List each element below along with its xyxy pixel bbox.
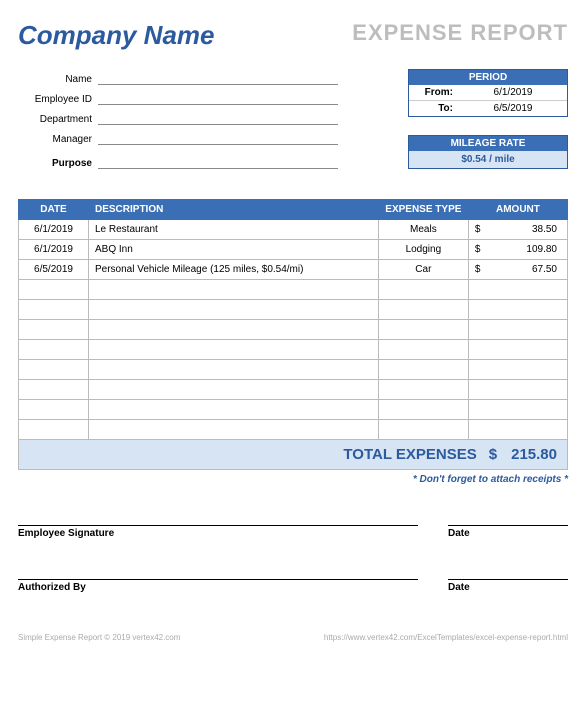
cell-description: Le Restaurant: [89, 220, 379, 240]
employee-signature-label: Employee Signature: [18, 528, 114, 539]
footer-left: Simple Expense Report © 2019 vertex42.co…: [18, 633, 180, 642]
cell-description: ABQ Inn: [89, 240, 379, 260]
period-header: PERIOD: [409, 70, 567, 85]
period-from-label: From:: [409, 85, 459, 100]
authorized-label: Authorized By: [18, 582, 86, 593]
reminder-note: * Don't forget to attach receipts *: [18, 474, 568, 485]
table-row-empty: [19, 400, 568, 420]
purpose-field[interactable]: [98, 155, 338, 169]
expenses-table: DATE DESCRIPTION EXPENSE TYPE AMOUNT 6/1…: [18, 199, 568, 440]
total-amount: 215.80: [511, 446, 557, 463]
cell-amount: 67.50: [486, 260, 567, 280]
mileage-header: MILEAGE RATE: [409, 136, 567, 151]
cell-date: 6/5/2019: [19, 260, 89, 280]
cell-date: 6/1/2019: [19, 220, 89, 240]
name-field[interactable]: [98, 71, 338, 85]
period-from-value: 6/1/2019: [459, 85, 567, 100]
cell-currency: $: [468, 220, 486, 240]
table-row: 6/1/2019ABQ InnLodging$109.80: [19, 240, 568, 260]
employee-date-line[interactable]: Date: [448, 525, 568, 539]
table-row-empty: [19, 320, 568, 340]
cell-type: Lodging: [378, 240, 468, 260]
company-name: Company Name: [18, 20, 215, 51]
table-row-empty: [19, 420, 568, 440]
department-field[interactable]: [98, 111, 338, 125]
mileage-box: MILEAGE RATE $0.54 / mile: [408, 135, 568, 169]
table-row-empty: [19, 360, 568, 380]
cell-amount: 38.50: [486, 220, 567, 240]
employee-id-label: Employee ID: [18, 94, 98, 105]
cell-type: Car: [378, 260, 468, 280]
authorized-date-label: Date: [448, 582, 470, 593]
cell-amount: 109.80: [486, 240, 567, 260]
period-to-label: To:: [409, 101, 459, 116]
manager-label: Manager: [18, 134, 98, 145]
period-box: PERIOD From: 6/1/2019 To: 6/5/2019: [408, 69, 568, 117]
table-row: 6/1/2019Le RestaurantMeals$38.50: [19, 220, 568, 240]
total-row: TOTAL EXPENSES $ 215.80: [18, 440, 568, 470]
manager-field[interactable]: [98, 131, 338, 145]
table-row-empty: [19, 280, 568, 300]
table-row-empty: [19, 340, 568, 360]
table-row: 6/5/2019Personal Vehicle Mileage (125 mi…: [19, 260, 568, 280]
cell-description: Personal Vehicle Mileage (125 miles, $0.…: [89, 260, 379, 280]
employee-signature-line[interactable]: Employee Signature: [18, 525, 418, 539]
period-to-value: 6/5/2019: [459, 101, 567, 116]
mileage-value: $0.54 / mile: [409, 151, 567, 168]
cell-date: 6/1/2019: [19, 240, 89, 260]
total-currency: $: [489, 446, 497, 463]
authorized-signature-line[interactable]: Authorized By: [18, 579, 418, 593]
col-date: DATE: [19, 200, 89, 220]
col-description: DESCRIPTION: [89, 200, 379, 220]
col-type: EXPENSE TYPE: [378, 200, 468, 220]
employee-date-label: Date: [448, 528, 470, 539]
col-amount: AMOUNT: [468, 200, 567, 220]
purpose-label: Purpose: [18, 158, 98, 169]
table-row-empty: [19, 300, 568, 320]
table-row-empty: [19, 380, 568, 400]
department-label: Department: [18, 114, 98, 125]
cell-currency: $: [468, 240, 486, 260]
cell-currency: $: [468, 260, 486, 280]
footer-right: https://www.vertex42.com/ExcelTemplates/…: [324, 633, 568, 642]
page-title: EXPENSE REPORT: [352, 20, 568, 46]
employee-id-field[interactable]: [98, 91, 338, 105]
cell-type: Meals: [378, 220, 468, 240]
authorized-date-line[interactable]: Date: [448, 579, 568, 593]
total-label: TOTAL EXPENSES: [343, 446, 476, 463]
name-label: Name: [18, 74, 98, 85]
